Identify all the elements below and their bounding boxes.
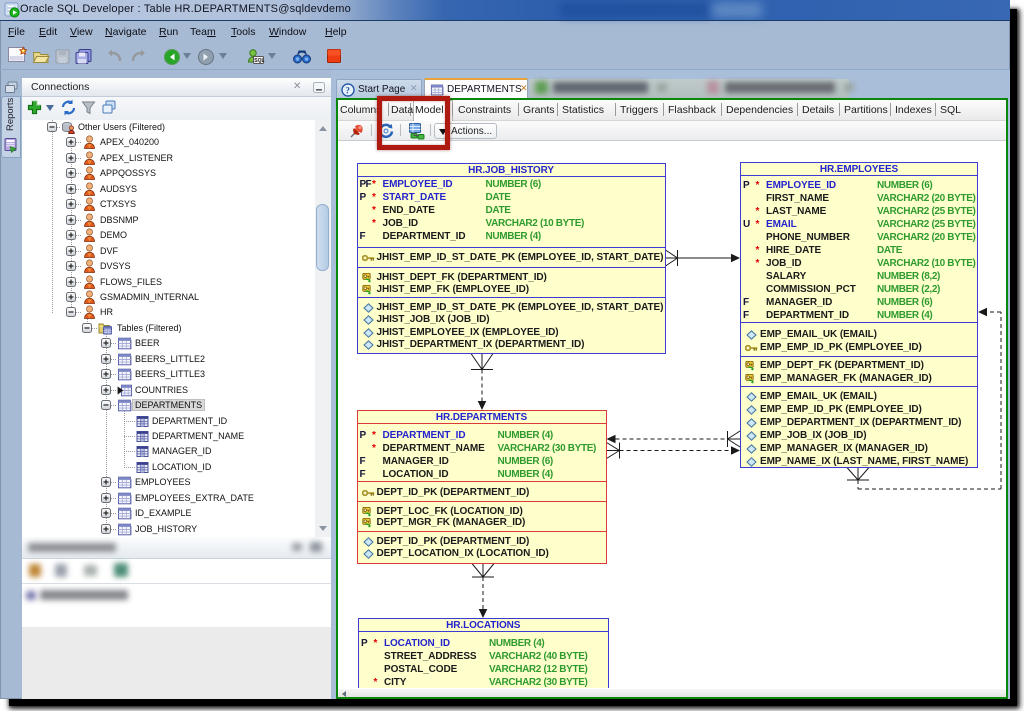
- svg-text:?: ?: [345, 87, 350, 97]
- svg-text:SQL: SQL: [254, 58, 264, 64]
